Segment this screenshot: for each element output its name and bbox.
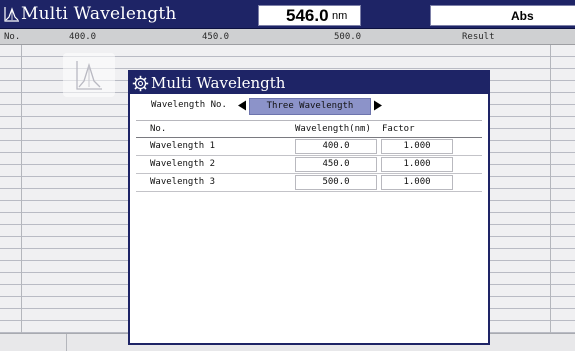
factor-3-field[interactable]: 1.000	[381, 175, 453, 190]
table-row: Wavelength 1 400.0 1.000	[136, 138, 482, 156]
footer-divider	[66, 334, 67, 351]
measure-mode-label: Abs	[511, 9, 534, 23]
measure-mode-display[interactable]: Abs	[430, 5, 575, 26]
wavelength-number-label: Wavelength No.	[151, 100, 227, 110]
wavelength-2-field[interactable]: 450.0	[295, 157, 377, 172]
spectrum-watermark-icon	[63, 53, 115, 97]
column-result: Result	[462, 32, 495, 42]
multi-wavelength-dialog: Multi Wavelength Wavelength No. Three Wa…	[128, 70, 490, 345]
row-name: Wavelength 3	[150, 177, 216, 187]
factor-1-field[interactable]: 1.000	[381, 139, 453, 154]
gear-icon	[132, 75, 149, 92]
row-name: Wavelength 1	[150, 141, 216, 151]
current-wavelength-value: 546.0	[286, 6, 329, 25]
header-no: No.	[150, 124, 167, 134]
top-header: Multi Wavelength 546.0 nm Abs	[0, 0, 575, 29]
dialog-title: Multi Wavelength	[151, 74, 286, 92]
dialog-title-bar: Multi Wavelength	[130, 72, 488, 94]
factor-2-field[interactable]: 1.000	[381, 157, 453, 172]
wavelength-1-field[interactable]: 400.0	[295, 139, 377, 154]
arrow-right-icon[interactable]	[373, 100, 383, 111]
table-divider	[550, 45, 551, 351]
current-wavelength-display[interactable]: 546.0 nm	[258, 5, 361, 26]
current-wavelength-unit: nm	[332, 10, 348, 22]
result-column-header: No. 400.0 450.0 500.0 Result	[0, 29, 575, 45]
header-factor: Factor	[382, 124, 415, 134]
wavelength-number-row: Wavelength No. Three Wavelength	[130, 96, 488, 115]
wavelength-number-select[interactable]: Three Wavelength	[249, 98, 371, 115]
column-wavelength-2: 450.0	[202, 32, 230, 42]
header-wavelength: Wavelength(nm)	[295, 124, 371, 134]
arrow-left-icon[interactable]	[237, 100, 247, 111]
app-title: Multi Wavelength	[21, 4, 177, 24]
row-name: Wavelength 2	[150, 159, 216, 169]
wavelength-3-field[interactable]: 500.0	[295, 175, 377, 190]
table-divider	[21, 45, 22, 351]
table-row: Wavelength 3 500.0 1.000	[136, 174, 482, 192]
wavelength-table-header: No. Wavelength(nm) Factor	[136, 120, 482, 138]
column-wavelength-1: 400.0	[69, 32, 97, 42]
table-row: Wavelength 2 450.0 1.000	[136, 156, 482, 174]
column-wavelength-3: 500.0	[334, 32, 362, 42]
spectrum-icon	[4, 6, 20, 22]
column-no: No.	[4, 32, 21, 42]
